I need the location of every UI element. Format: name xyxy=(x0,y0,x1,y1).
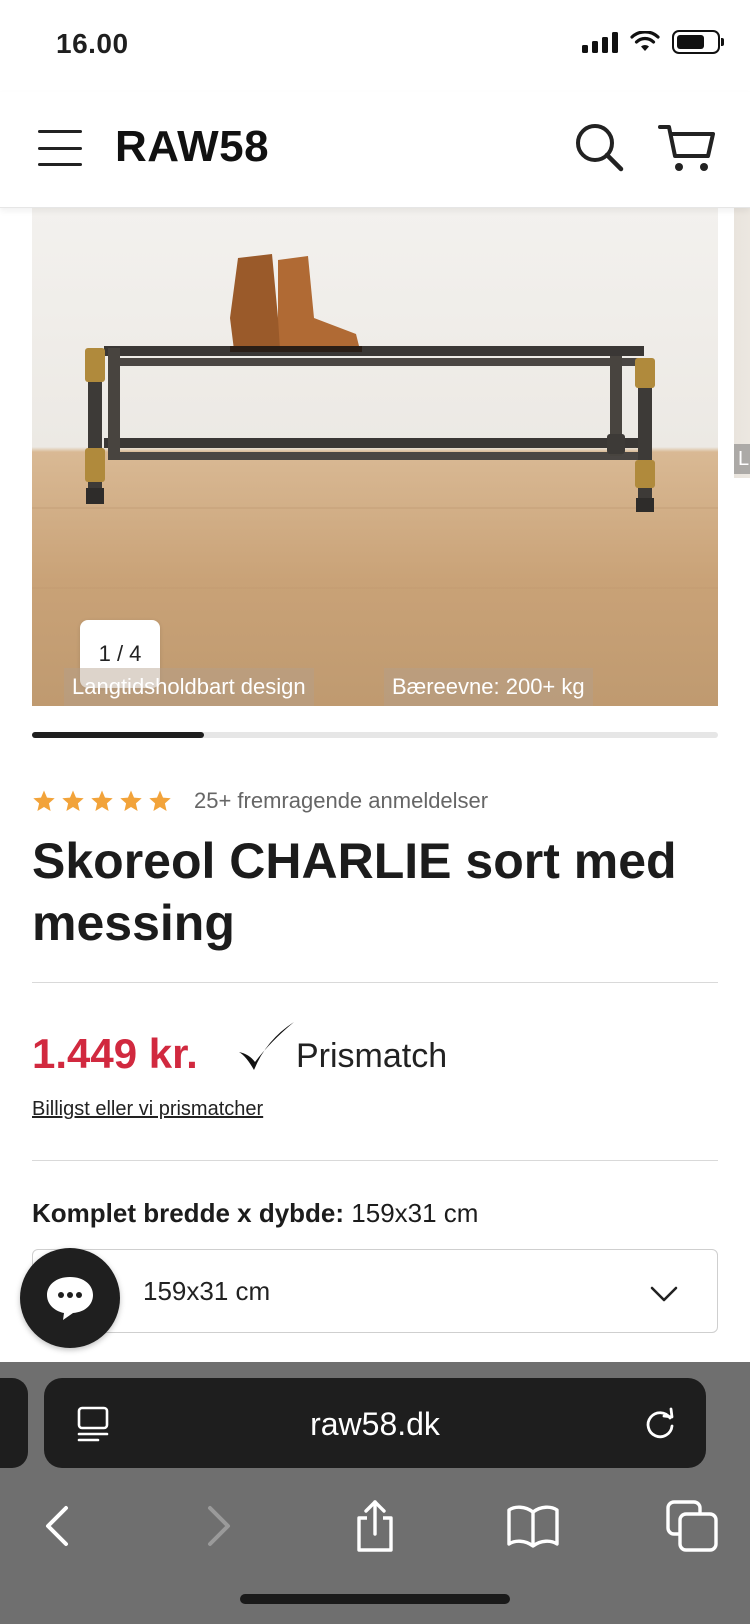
share-icon[interactable] xyxy=(347,1498,403,1554)
gallery-progress xyxy=(32,732,718,738)
feature-badge-durable: Langtidsholdbart design xyxy=(64,668,314,706)
back-icon[interactable] xyxy=(30,1498,86,1554)
next-image-peek[interactable]: L xyxy=(734,208,750,478)
prismatch-badge: Prismatch xyxy=(236,1020,447,1076)
feature-badge-capacity: Bæreevne: 200+ kg xyxy=(384,668,593,706)
prismatch-label: Prismatch xyxy=(296,1037,448,1075)
rating-stars xyxy=(32,789,172,813)
star-icon xyxy=(149,790,171,811)
forward-icon[interactable] xyxy=(190,1498,246,1554)
star-icon xyxy=(62,790,84,811)
search-icon[interactable] xyxy=(574,122,626,174)
reload-icon[interactable] xyxy=(642,1406,678,1442)
status-time: 16.00 xyxy=(56,28,129,59)
rating[interactable]: 25+ fremragende anmeldelser xyxy=(32,788,488,814)
url-text[interactable]: raw58.dk xyxy=(44,1406,706,1443)
product-gallery[interactable]: 1 / 4 Langtidsholdbart design Bæreevne: … xyxy=(0,208,750,743)
product-image[interactable]: 1 / 4 Langtidsholdbart design Bæreevne: … xyxy=(32,208,718,706)
previous-tab-peek[interactable] xyxy=(0,1378,28,1468)
option-label: Komplet bredde x dybde: 159x31 cm xyxy=(32,1198,478,1229)
cart-icon[interactable] xyxy=(658,122,716,174)
divider xyxy=(32,982,718,983)
gallery-progress-fill xyxy=(32,732,204,738)
product-price: 1.449 kr. xyxy=(32,1030,198,1077)
rating-text[interactable]: 25+ fremragende anmeldelser xyxy=(194,788,488,814)
wifi-icon xyxy=(630,31,660,51)
status-bar: 16.00 xyxy=(0,0,750,92)
browser-toolbar: raw58.dk xyxy=(0,1362,750,1624)
product-title: Skoreol CHARLIE sort med messing xyxy=(32,833,677,951)
option-label-name: Komplet bredde x dybde: xyxy=(32,1198,345,1228)
site-logo[interactable]: RAW58 xyxy=(115,122,269,172)
chevron-down-icon xyxy=(650,1286,678,1302)
home-indicator xyxy=(240,1594,510,1604)
size-select[interactable]: 159x31 cm xyxy=(32,1249,718,1333)
signal-icon xyxy=(582,31,618,53)
site-header: RAW58 xyxy=(0,92,750,208)
price-match-link[interactable]: Billigst eller vi prismatcher xyxy=(32,1098,263,1121)
checkmark-icon xyxy=(239,1022,294,1070)
browser-nav xyxy=(0,1488,750,1568)
address-bar[interactable]: raw58.dk xyxy=(44,1378,706,1468)
star-icon xyxy=(120,790,142,811)
battery-icon xyxy=(672,30,724,54)
tabs-icon[interactable] xyxy=(664,1498,720,1554)
star-icon xyxy=(33,790,55,811)
divider xyxy=(32,1160,718,1161)
menu-icon[interactable] xyxy=(38,130,82,166)
chat-icon xyxy=(47,1277,93,1320)
next-image-label: L xyxy=(734,444,750,474)
bookmarks-icon[interactable] xyxy=(505,1498,561,1554)
star-icon xyxy=(91,790,113,811)
chat-button[interactable] xyxy=(20,1248,120,1348)
option-label-value: 159x31 cm xyxy=(351,1198,479,1228)
size-select-value: 159x31 cm xyxy=(143,1276,271,1306)
status-icons xyxy=(582,30,724,54)
